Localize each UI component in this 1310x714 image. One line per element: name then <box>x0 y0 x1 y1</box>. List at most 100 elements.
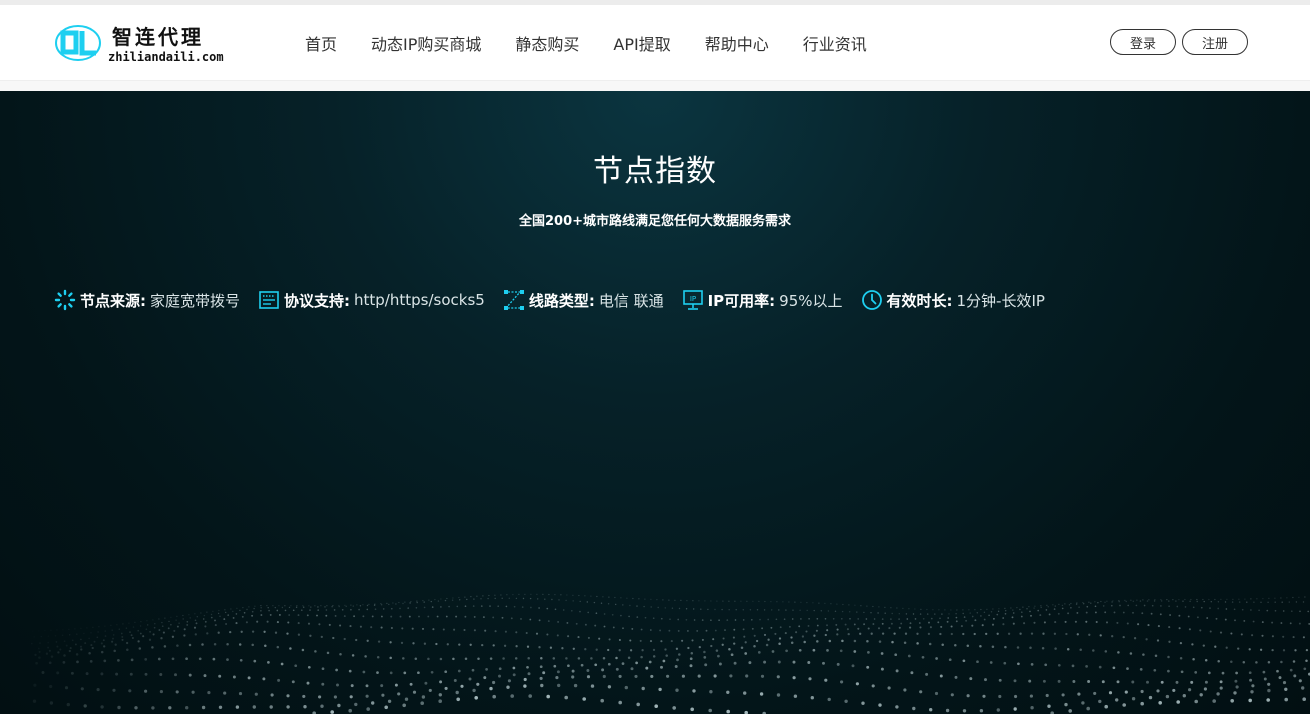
hero-title: 节点指数 <box>593 154 717 189</box>
particle-dot <box>618 649 621 652</box>
particle-dot <box>1259 648 1263 651</box>
spec-value: http/https/socks5 <box>354 291 485 309</box>
spec-value: 家庭宽带拨号 <box>150 291 241 310</box>
particle-dot <box>64 686 69 690</box>
nav-item-dynamic-ip-store[interactable]: 动态IP购买商城 <box>371 31 481 55</box>
particle-dot <box>909 626 912 629</box>
particle-dot <box>603 625 606 628</box>
particle-dot <box>183 628 186 631</box>
particle-dot <box>366 639 369 642</box>
particle-dot <box>365 694 369 698</box>
particle-dot <box>374 608 377 611</box>
particle-dot <box>1280 597 1282 599</box>
particle-dot <box>440 598 442 600</box>
particle-dot <box>371 615 374 618</box>
particle-dot <box>1105 621 1109 624</box>
particle-dot <box>1037 609 1040 612</box>
particle-dot <box>45 652 49 655</box>
particle-dot <box>554 608 557 611</box>
particle-dot <box>691 639 694 642</box>
brand-logo[interactable]: 智连代理 zhiliandaili.com <box>54 21 234 67</box>
particle-dot <box>849 617 851 620</box>
particle-dot <box>1052 604 1054 606</box>
particle-dot <box>595 648 598 651</box>
particle-dot <box>161 625 164 628</box>
particle-dot <box>996 632 999 635</box>
particle-dot <box>1289 622 1292 625</box>
particle-dot <box>1086 605 1089 608</box>
particle-dot <box>587 611 590 614</box>
nav-item-static-purchase[interactable]: 静态购买 <box>515 31 579 55</box>
particle-dot <box>649 640 653 643</box>
particle-dot <box>55 641 58 643</box>
particle-dot <box>982 694 986 698</box>
particle-dot <box>399 607 401 610</box>
particle-dot <box>452 597 454 599</box>
particle-dot <box>1266 609 1269 612</box>
particle-dot <box>252 705 256 709</box>
particle-dot <box>873 618 876 620</box>
particle-dot <box>665 654 668 657</box>
particle-dot <box>996 613 999 616</box>
particle-dot <box>607 662 611 666</box>
particle-dot <box>1271 621 1274 624</box>
particle-dot <box>871 684 875 688</box>
particle-dot <box>836 662 840 666</box>
particle-dot <box>1004 645 1007 649</box>
particle-dot <box>674 599 676 601</box>
particle-dot <box>590 595 592 597</box>
particle-dot <box>1003 661 1007 665</box>
particle-dot <box>480 605 483 607</box>
particle-dot <box>855 682 859 686</box>
particle-dot <box>260 614 263 616</box>
particle-dot <box>629 649 633 652</box>
particle-dot <box>1064 702 1068 707</box>
particle-dot <box>423 601 425 603</box>
particle-dot <box>278 613 281 616</box>
register-button[interactable]: 注册 <box>1182 29 1248 55</box>
particle-dot <box>1012 622 1015 625</box>
particle-dot <box>788 625 791 628</box>
particle-dot <box>750 618 753 621</box>
particle-dot <box>358 608 360 611</box>
particle-dot <box>701 619 704 621</box>
particle-dot <box>926 608 928 611</box>
particle-dot <box>414 657 418 660</box>
nav-item-industry-news[interactable]: 行业资讯 <box>803 31 867 55</box>
login-button[interactable]: 登录 <box>1110 29 1176 55</box>
nav-item-help-center[interactable]: 帮助中心 <box>705 31 769 55</box>
particle-dot <box>389 656 392 660</box>
particle-dot <box>333 695 337 699</box>
particle-dot <box>111 640 114 643</box>
particle-dot <box>66 702 70 707</box>
particle-dot <box>487 597 489 600</box>
particle-dot <box>800 601 802 603</box>
particle-dot <box>103 659 107 663</box>
particle-dot <box>566 621 569 624</box>
particle-dot <box>402 703 407 708</box>
nav-item-api-extract[interactable]: API提取 <box>613 31 670 55</box>
particle-dot <box>320 635 323 639</box>
particle-dot <box>438 693 442 697</box>
particle-dot <box>1026 608 1028 610</box>
particle-dot <box>230 608 232 610</box>
particle-dot <box>1098 665 1102 669</box>
particle-dot <box>1301 686 1305 690</box>
particle-dot <box>1160 600 1163 602</box>
particle-dot <box>776 675 780 679</box>
particle-dot <box>351 654 355 657</box>
particle-dot <box>565 657 568 660</box>
particle-dot <box>742 628 745 631</box>
particle-dot <box>430 670 434 674</box>
particle-dot <box>476 595 478 597</box>
particle-dot <box>830 603 832 605</box>
particle-dot <box>763 609 766 611</box>
particle-dot <box>671 607 674 609</box>
particle-dot <box>56 645 59 648</box>
particle-dot <box>866 665 870 669</box>
particle-dot <box>392 602 394 604</box>
nav-item-home[interactable]: 首页 <box>305 31 337 55</box>
particle-dot <box>614 596 616 599</box>
particle-dot <box>387 699 392 703</box>
particle-dot <box>1217 607 1220 610</box>
